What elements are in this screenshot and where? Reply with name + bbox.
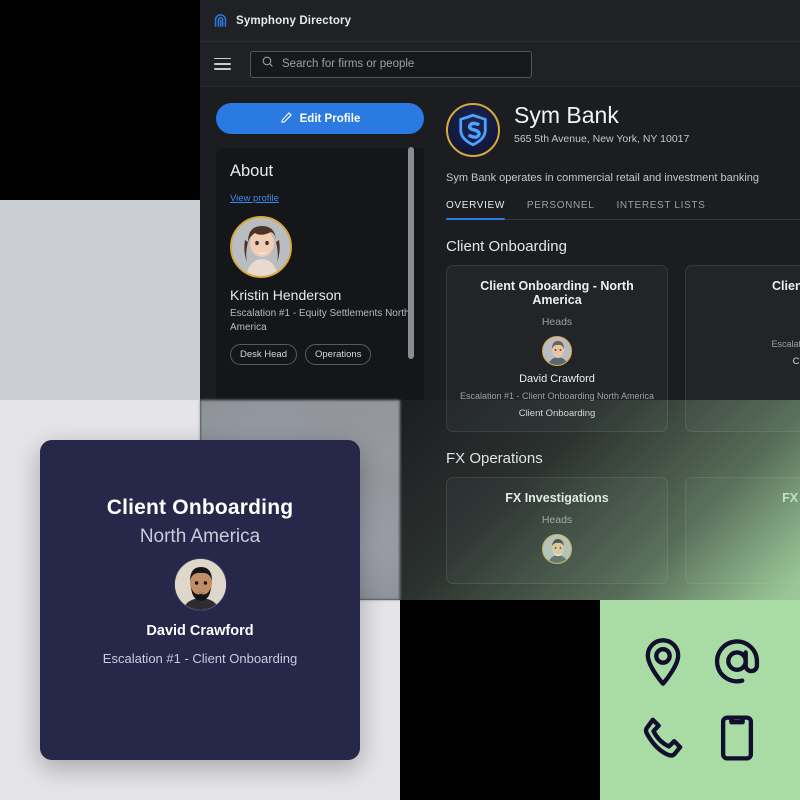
profile-role: Escalation #1 - Equity Settlements North… [230, 307, 410, 334]
org-card-avatar[interactable] [542, 336, 572, 366]
screenshot-canvas: Symphony Directory Search for firms or p… [0, 0, 800, 800]
tab-overview[interactable]: OVERVIEW [446, 200, 505, 219]
org-card-team: C [696, 356, 800, 367]
org-card-avatar[interactable] [542, 534, 572, 564]
hamburger-menu-icon[interactable] [214, 58, 231, 71]
org-card[interactable]: FX Investigations Heads [446, 477, 668, 584]
org-card-person: David Crawford [457, 373, 657, 385]
promo-card: Client Onboarding North America David Cr… [40, 440, 360, 760]
search-placeholder: Search for firms or people [282, 58, 414, 70]
firm-name: Sym Bank [514, 103, 689, 128]
view-profile-link[interactable]: View profile [230, 193, 279, 204]
background-gray-block [0, 200, 200, 400]
search-input[interactable]: Search for firms or people [250, 51, 532, 78]
firm-address: 565 5th Avenue, New York, NY 10017 [514, 133, 689, 145]
app-title: Symphony Directory [236, 15, 351, 27]
promo-card-person: David Crawford [66, 623, 334, 639]
section-title-client-onboarding: Client Onboarding [446, 238, 800, 255]
org-card-title: FX Investigations [457, 491, 657, 505]
org-card[interactable]: FX P [685, 477, 800, 584]
firm-tabs: OVERVIEW PERSONNEL INTEREST LISTS [446, 200, 800, 220]
mobile-phone-icon[interactable] [711, 712, 763, 764]
pencil-icon [280, 111, 293, 127]
black-band-block [400, 600, 600, 800]
firm-detail-panel: Sym Bank 565 5th Avenue, New York, NY 10… [440, 87, 800, 600]
org-card[interactable]: Client Onboarding - North America Heads [446, 265, 668, 432]
section-card-row-fx-operations: FX Investigations Heads [446, 477, 800, 584]
tab-interest-lists[interactable]: INTEREST LISTS [616, 200, 705, 219]
profile-tag-list: Desk Head Operations [230, 344, 410, 365]
background-black-block [0, 0, 200, 200]
fingerprint-icon [212, 12, 229, 29]
profile-tag-operations[interactable]: Operations [305, 344, 371, 365]
org-card-escalation: Escalation # [696, 339, 800, 349]
sym-bank-shield-logo [446, 103, 500, 157]
org-card-title: Client Onboarding - North America [457, 279, 657, 307]
promo-card-escalation: Escalation #1 - Client Onboarding [66, 651, 334, 666]
section-title-fx-operations: FX Operations [446, 450, 800, 467]
tab-personnel[interactable]: PERSONNEL [527, 200, 595, 219]
org-card-team: Client Onboarding [457, 408, 657, 419]
org-card-title: FX P [696, 491, 800, 505]
firm-header: Sym Bank 565 5th Avenue, New York, NY 10… [446, 103, 800, 157]
avatar[interactable] [230, 216, 292, 278]
at-email-icon[interactable] [711, 636, 763, 688]
edit-profile-button[interactable]: Edit Profile [216, 103, 424, 134]
promo-card-subtitle: North America [66, 526, 334, 548]
section-card-row-client-onboarding: Client Onboarding - North America Heads [446, 265, 800, 432]
org-card-subtitle: Heads [457, 514, 657, 526]
firm-description: Sym Bank operates in commercial retail a… [446, 172, 800, 184]
promo-card-avatar [174, 558, 227, 611]
about-card-scrollbar[interactable] [408, 147, 414, 359]
org-card-title: Client O [696, 279, 800, 293]
profile-name: Kristin Henderson [230, 287, 410, 303]
app-searchbar: Search for firms or people [200, 42, 800, 87]
app-titlebar: Symphony Directory [200, 0, 800, 42]
org-card-subtitle: Heads [457, 316, 657, 328]
promo-card-title: Client Onboarding [66, 496, 334, 520]
profile-tag-desk-head[interactable]: Desk Head [230, 344, 297, 365]
search-icon [261, 55, 282, 73]
about-card: About View profile [216, 148, 424, 400]
about-heading: About [230, 162, 410, 181]
contact-icon-grid [600, 600, 800, 800]
location-pin-icon[interactable] [637, 636, 689, 688]
phone-icon[interactable] [637, 712, 689, 764]
edit-profile-label: Edit Profile [300, 113, 361, 125]
org-card[interactable]: Client O Escalation # C [685, 265, 800, 432]
org-card-escalation: Escalation #1 - Client Onboarding North … [457, 391, 657, 401]
